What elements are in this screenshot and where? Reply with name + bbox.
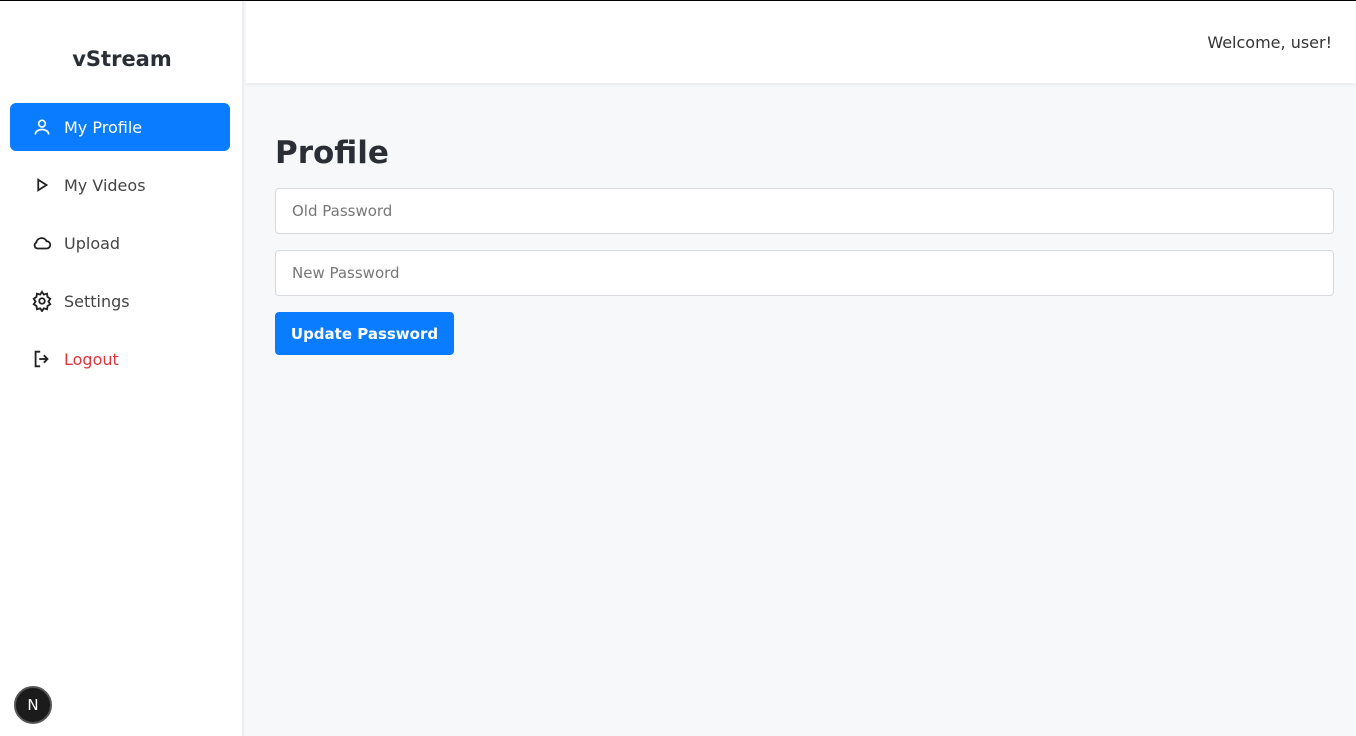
sidebar-item-label: My Videos bbox=[64, 175, 146, 195]
sidebar-item-label: Settings bbox=[64, 291, 130, 311]
sidebar-item-label: My Profile bbox=[64, 117, 143, 137]
old-password-field[interactable] bbox=[275, 188, 1334, 234]
new-password-field[interactable] bbox=[275, 250, 1334, 296]
sidebar-item-my-videos[interactable]: My Videos bbox=[10, 161, 230, 209]
play-icon bbox=[31, 174, 53, 196]
sidebar-item-upload[interactable]: Upload bbox=[10, 219, 230, 267]
brand-logo[interactable]: vStream bbox=[0, 47, 244, 71]
sidebar-item-logout[interactable]: Logout bbox=[10, 335, 230, 383]
sidebar-item-label: Logout bbox=[64, 349, 119, 369]
sidebar-item-label: Upload bbox=[64, 233, 121, 253]
sidebar-item-my-profile[interactable]: My Profile bbox=[10, 103, 230, 151]
sidebar: vStream My Profile My Videos Upload Sett… bbox=[0, 1, 244, 736]
page-title: Profile bbox=[275, 135, 389, 171]
next-dev-badge[interactable]: N bbox=[14, 686, 52, 724]
logout-icon bbox=[31, 348, 53, 370]
cloud-icon bbox=[31, 232, 53, 254]
gear-icon bbox=[31, 290, 53, 312]
welcome-text: Welcome, user! bbox=[1207, 33, 1332, 52]
sidebar-nav: My Profile My Videos Upload Settings Log… bbox=[10, 103, 230, 393]
profile-page: Profile Update Password bbox=[275, 130, 1334, 355]
user-icon bbox=[31, 116, 53, 138]
top-header: Welcome, user! bbox=[246, 1, 1356, 83]
sidebar-item-settings[interactable]: Settings bbox=[10, 277, 230, 325]
update-password-button[interactable]: Update Password bbox=[275, 312, 454, 355]
